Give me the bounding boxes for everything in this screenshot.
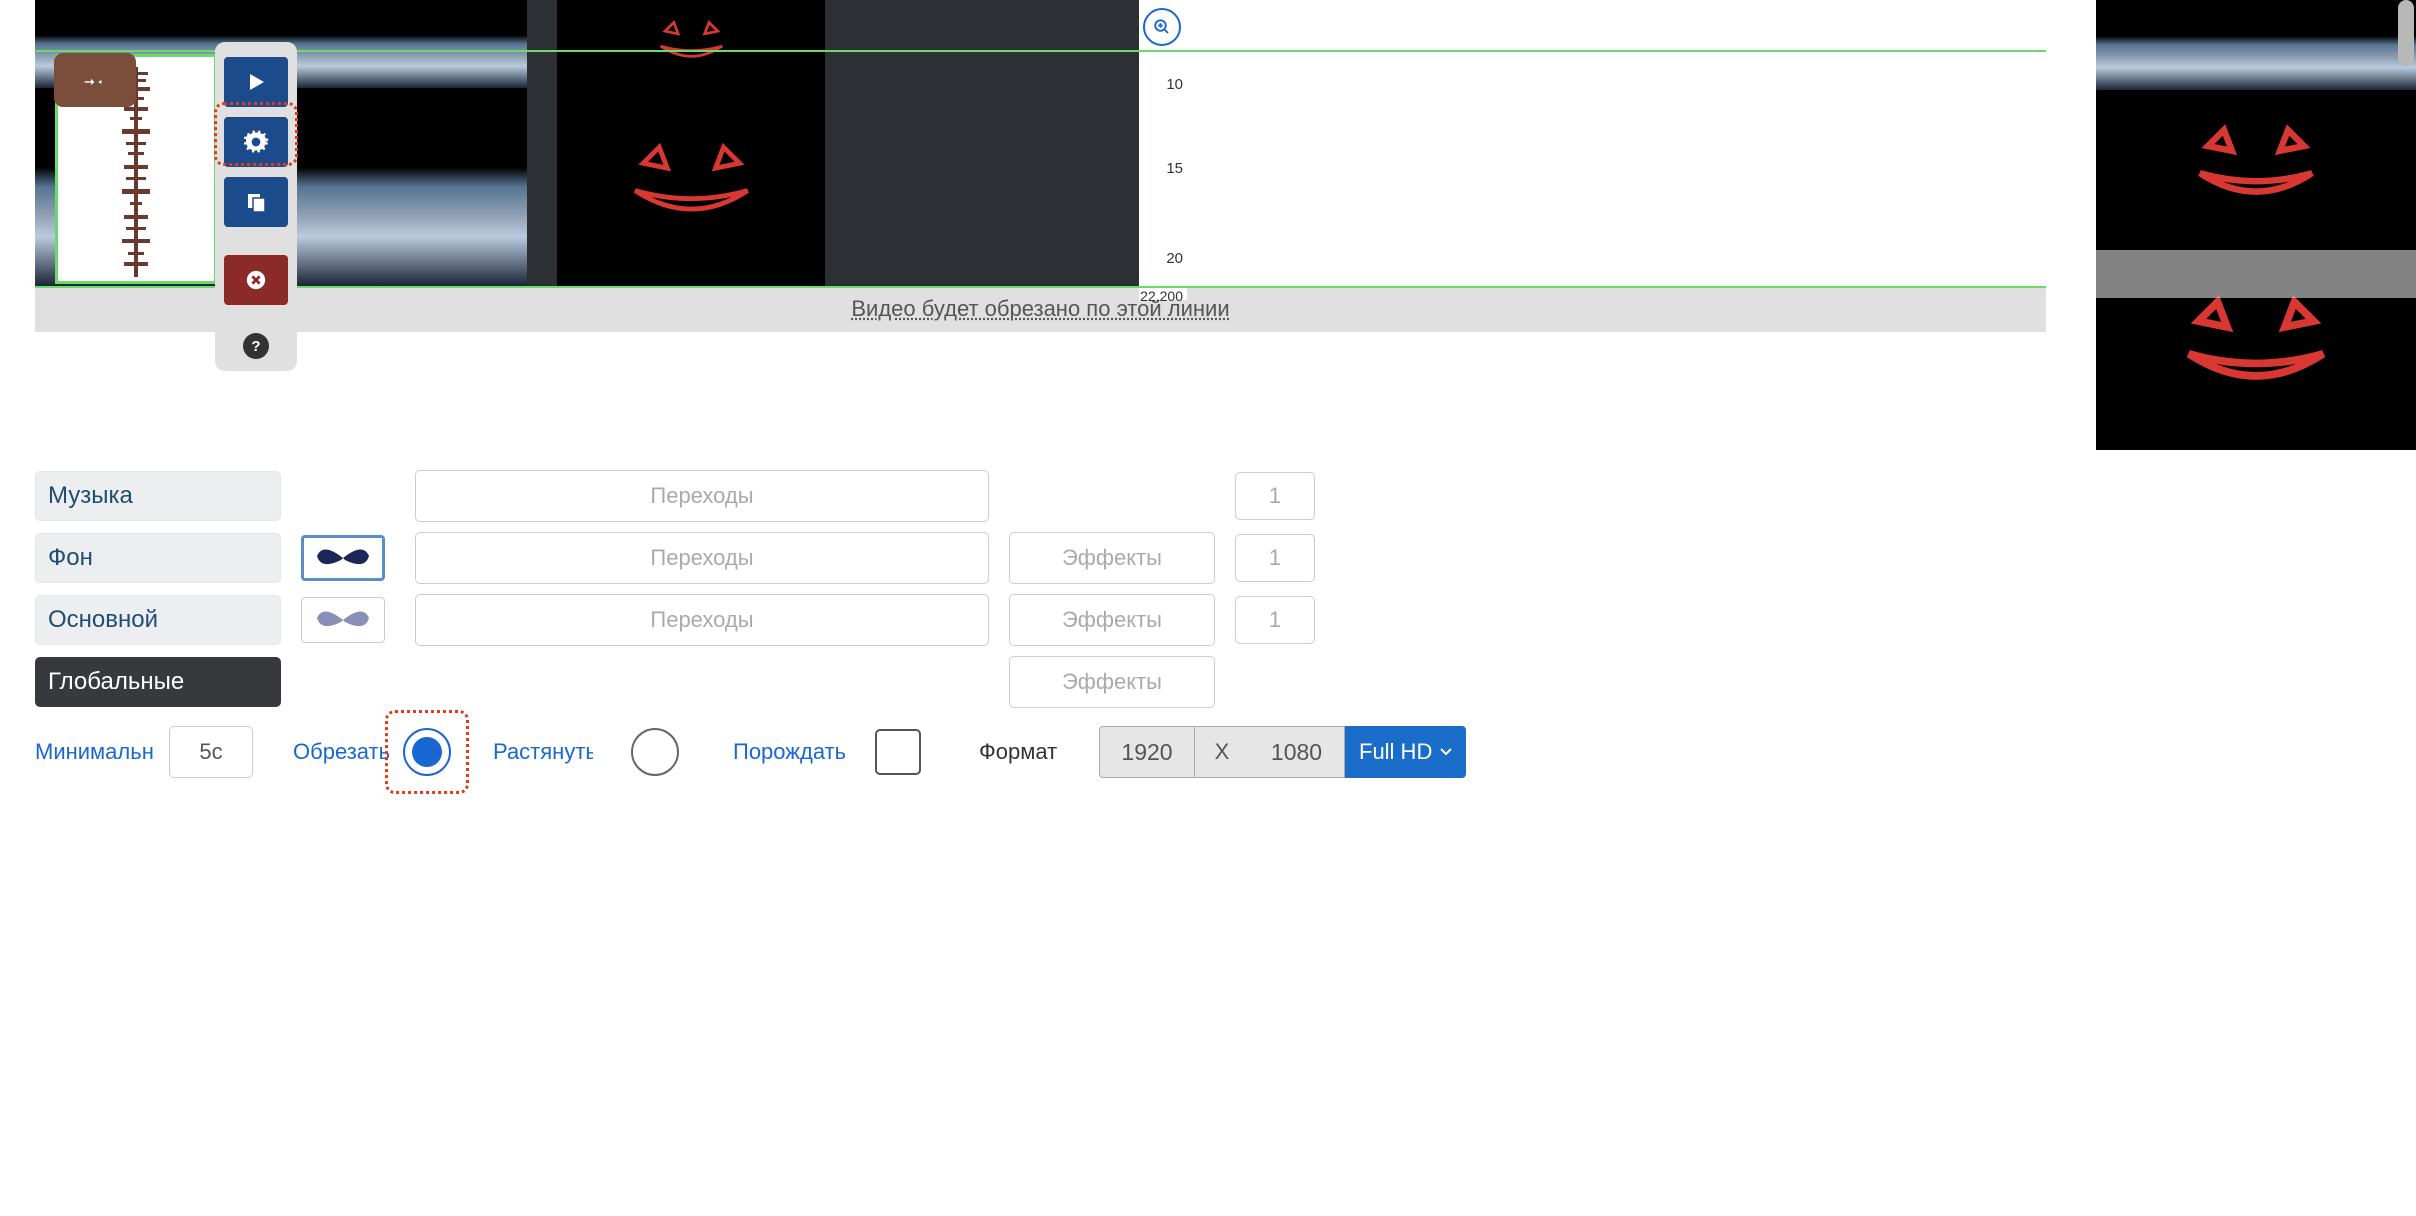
- clip-gap[interactable]: [825, 88, 1141, 286]
- butterfly-icon: [313, 540, 373, 576]
- stretch-radio[interactable]: [631, 728, 679, 776]
- thumb-main[interactable]: [301, 597, 385, 643]
- clip-gap[interactable]: [527, 0, 557, 88]
- count-main[interactable]: 1: [1235, 596, 1315, 644]
- count-background[interactable]: 1: [1235, 534, 1315, 582]
- layer-background[interactable]: Фон: [35, 533, 281, 583]
- format-label: Формат: [979, 739, 1059, 765]
- preset-label: Full HD: [1359, 739, 1432, 765]
- trim-line-bottom: [35, 286, 2046, 288]
- caret-down-icon: [1440, 748, 1452, 756]
- output-options: Минимальн Обрезать Растянуть Порождать Ф…: [35, 714, 2386, 790]
- layer-global[interactable]: Глобальные: [35, 657, 281, 707]
- copy-icon: [244, 190, 268, 214]
- transitions-music[interactable]: Переходы: [415, 470, 989, 522]
- preview-frame-1[interactable]: [2096, 0, 2416, 90]
- timeline-upper: [35, 0, 2416, 88]
- crop-radio[interactable]: [403, 728, 451, 776]
- stretch-label: Растянуть: [493, 739, 593, 765]
- time-ruler: 10 15 20 22.200: [1139, 0, 1187, 300]
- transitions-background[interactable]: Переходы: [415, 532, 989, 584]
- settings-button[interactable]: [224, 117, 288, 167]
- close-icon: [245, 269, 267, 291]
- dimension-separator: X: [1195, 726, 1249, 778]
- clip-face-2[interactable]: [557, 88, 825, 286]
- height-input[interactable]: [1249, 726, 1345, 778]
- delete-button[interactable]: [224, 255, 288, 305]
- preview-overlay: [2096, 250, 2416, 298]
- trim-line-top: [35, 50, 2046, 52]
- thumb-background[interactable]: [301, 535, 385, 581]
- spawn-label: Порождать: [733, 739, 845, 765]
- ruler-tick: 10: [1166, 76, 1183, 93]
- min-duration-label: Минимальн: [35, 739, 155, 765]
- copy-button[interactable]: [224, 177, 288, 227]
- preview-frame-3[interactable]: [2096, 250, 2416, 450]
- pin-button[interactable]: [54, 53, 136, 107]
- play-icon: [244, 70, 268, 94]
- play-button[interactable]: [224, 57, 288, 107]
- audio-clip[interactable]: [55, 54, 217, 284]
- width-input[interactable]: [1099, 726, 1195, 778]
- layer-main[interactable]: Основной: [35, 595, 281, 645]
- scrollbar-thumb[interactable]: [2398, 0, 2414, 66]
- preview-frame-2[interactable]: [2096, 90, 2416, 250]
- effects-main[interactable]: Эффекты: [1009, 594, 1215, 646]
- clip-gap[interactable]: [527, 88, 557, 286]
- ruler-end: 22.200: [1133, 288, 1183, 304]
- spawn-checkbox[interactable]: [875, 729, 921, 775]
- effects-background[interactable]: Эффекты: [1009, 532, 1215, 584]
- clip-toolbar: ?: [215, 42, 297, 371]
- ruler-tick: 15: [1166, 160, 1183, 177]
- clip-gap[interactable]: [825, 0, 1141, 88]
- transitions-main[interactable]: Переходы: [415, 594, 989, 646]
- min-duration-input[interactable]: [169, 726, 253, 778]
- zoom-in-icon: [1153, 18, 1171, 36]
- gear-icon: [243, 129, 269, 155]
- timeline-lower: [35, 88, 2416, 286]
- layer-music[interactable]: Музыка: [35, 471, 281, 521]
- count-music[interactable]: 1: [1235, 472, 1315, 520]
- help-button[interactable]: ?: [243, 333, 269, 359]
- zoom-in-button[interactable]: [1143, 8, 1181, 46]
- resolution-preset[interactable]: Full HD: [1345, 726, 1466, 778]
- ruler-tick: 20: [1166, 250, 1183, 267]
- effects-global[interactable]: Эффекты: [1009, 656, 1215, 708]
- crop-line-note[interactable]: Видео будет обрезано по этой линии: [35, 286, 2046, 332]
- timeline-area: audio.mp3 ?: [35, 0, 2416, 290]
- butterfly-icon: [313, 602, 373, 638]
- pin-icon: [84, 69, 106, 91]
- layer-controls: Музыка Переходы 1 Фон Переходы Эффекты 1…: [35, 470, 2386, 708]
- preview-column: [2096, 0, 2416, 450]
- clip-face-1[interactable]: [557, 0, 825, 88]
- crop-label: Обрезать: [293, 739, 389, 765]
